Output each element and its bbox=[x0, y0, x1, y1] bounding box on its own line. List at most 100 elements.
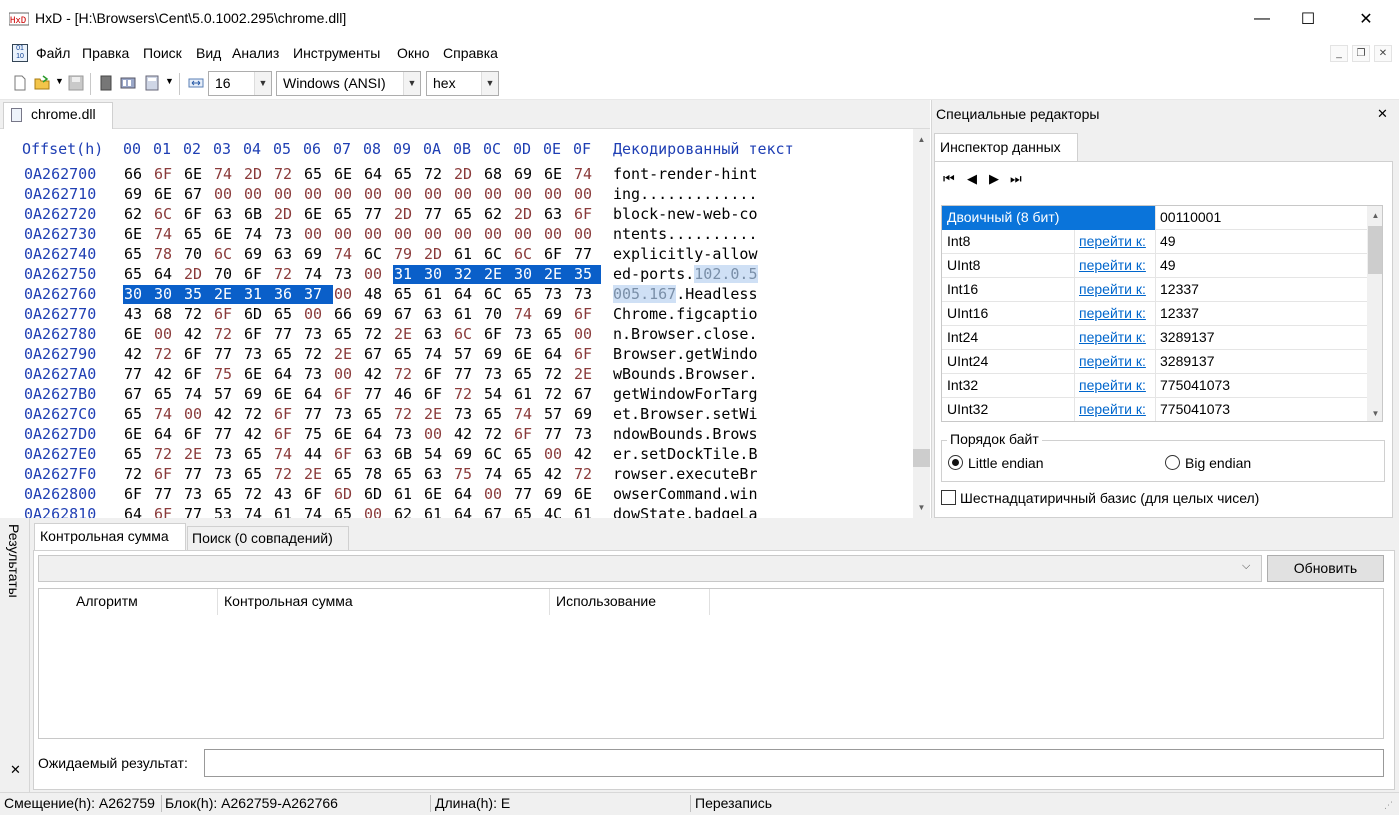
hex-byte[interactable]: 00 bbox=[243, 185, 273, 204]
checksum-table[interactable] bbox=[38, 588, 1384, 739]
hex-byte[interactable]: 63 bbox=[423, 305, 453, 324]
hex-byte[interactable]: 6E bbox=[123, 225, 153, 244]
inspector-value[interactable]: 12337 bbox=[1160, 305, 1199, 321]
hex-byte[interactable]: 74 bbox=[513, 405, 543, 424]
hex-byte[interactable]: 6F bbox=[123, 485, 153, 504]
hex-byte[interactable]: 74 bbox=[423, 345, 453, 364]
hex-byte[interactable]: 2E bbox=[573, 365, 601, 384]
hex-byte[interactable]: 6F bbox=[333, 385, 363, 404]
hex-byte[interactable]: 6F bbox=[423, 365, 453, 384]
hex-byte[interactable]: 61 bbox=[453, 305, 483, 324]
hex-byte[interactable]: 66 bbox=[333, 305, 363, 324]
menu-tools[interactable]: Инструменты bbox=[293, 45, 380, 61]
hex-byte[interactable]: 6C bbox=[453, 325, 483, 344]
hex-byte[interactable]: 64 bbox=[273, 365, 303, 384]
hex-byte[interactable]: 64 bbox=[453, 285, 483, 304]
hex-byte[interactable]: 70 bbox=[213, 265, 243, 284]
hex-byte[interactable]: 69 bbox=[363, 305, 393, 324]
inspector-row[interactable]: Int24 перейти к: 3289137 bbox=[942, 326, 1367, 350]
hex-byte[interactable]: 77 bbox=[543, 425, 573, 444]
inspector-value[interactable]: 775041073 bbox=[1160, 377, 1230, 393]
results-side-label[interactable]: Результаты bbox=[6, 524, 22, 598]
chevron-down-icon[interactable]: ▼ bbox=[481, 72, 498, 95]
inspector-row[interactable]: UInt24 перейти к: 3289137 bbox=[942, 350, 1367, 374]
hex-byte[interactable]: 00 bbox=[543, 185, 573, 204]
hex-byte[interactable]: 74 bbox=[153, 405, 183, 424]
hex-byte[interactable]: 32 bbox=[453, 265, 483, 284]
hex-byte[interactable]: 2E bbox=[423, 405, 453, 424]
hex-byte[interactable]: 6F bbox=[573, 305, 601, 324]
hex-byte[interactable]: 74 bbox=[303, 265, 333, 284]
hex-byte[interactable]: 77 bbox=[573, 245, 601, 264]
hex-byte[interactable]: 69 bbox=[483, 345, 513, 364]
hex-byte[interactable]: 73 bbox=[333, 405, 363, 424]
hex-byte[interactable]: 66 bbox=[123, 165, 153, 184]
hex-byte[interactable]: 6C bbox=[213, 245, 243, 264]
hex-byte[interactable]: 6F bbox=[333, 445, 363, 464]
hex-byte[interactable]: 65 bbox=[123, 445, 153, 464]
hex-byte[interactable]: 73 bbox=[303, 365, 333, 384]
minimize-button[interactable]: — bbox=[1239, 0, 1285, 38]
decoded-text[interactable]: Browser.getWindo bbox=[613, 345, 758, 363]
inspector-row[interactable]: UInt16 перейти к: 12337 bbox=[942, 302, 1367, 326]
hex-byte[interactable]: 73 bbox=[573, 285, 601, 304]
hex-byte[interactable]: 6E bbox=[513, 345, 543, 364]
decoded-text[interactable]: ndowBounds.Brows bbox=[613, 425, 758, 443]
data-inspector-grid[interactable]: Двоичный (8 бит) 00110001 Int8 перейти к: 49… bbox=[941, 205, 1383, 422]
hex-byte[interactable]: 79 bbox=[393, 245, 423, 264]
hex-row[interactable]: 0A262770 43 68 72 6F 6D 65 00 66 69 67 63 61 70 74 69 6F… bbox=[0, 305, 913, 325]
hex-byte[interactable]: 6D bbox=[243, 305, 273, 324]
algorithm-select[interactable] bbox=[38, 555, 1262, 582]
hex-byte[interactable]: 62 bbox=[393, 505, 423, 518]
column-checksum[interactable]: Контрольная сумма bbox=[224, 593, 353, 609]
hex-byte[interactable]: 35 bbox=[573, 265, 601, 284]
hex-byte[interactable]: 6E bbox=[573, 485, 601, 504]
hex-byte[interactable]: 69 bbox=[543, 305, 573, 324]
hex-byte[interactable]: 00 bbox=[303, 225, 333, 244]
hex-byte[interactable]: 64 bbox=[543, 345, 573, 364]
hex-byte[interactable]: 75 bbox=[453, 465, 483, 484]
hex-byte[interactable]: 2D bbox=[273, 205, 303, 224]
hex-byte[interactable]: 6C bbox=[153, 205, 183, 224]
hex-byte[interactable]: 00 bbox=[483, 225, 513, 244]
hex-byte[interactable]: 75 bbox=[213, 365, 243, 384]
hex-byte[interactable]: 65 bbox=[333, 325, 363, 344]
hex-byte[interactable]: 72 bbox=[393, 365, 423, 384]
hex-byte[interactable]: 65 bbox=[483, 405, 513, 424]
maximize-button[interactable]: ☐ bbox=[1285, 0, 1331, 38]
goto-link[interactable]: перейти к: bbox=[1079, 233, 1151, 249]
hex-byte[interactable]: 72 bbox=[243, 405, 273, 424]
hex-row[interactable]: 0A262790 42 72 6F 77 73 65 72 2E 67 65 74 57 69 6E 64 6F… bbox=[0, 345, 913, 365]
decoded-text[interactable]: getWindowForTarg bbox=[613, 385, 758, 403]
inspector-value[interactable]: 3289137 bbox=[1160, 329, 1215, 345]
hex-byte[interactable]: 65 bbox=[543, 325, 573, 344]
hex-byte[interactable]: 4C bbox=[543, 505, 573, 518]
hex-byte[interactable]: 42 bbox=[123, 345, 153, 364]
hex-byte[interactable]: 6E bbox=[153, 185, 183, 204]
big-endian-label[interactable]: Big endian bbox=[1185, 455, 1251, 471]
inspector-value[interactable]: 49 bbox=[1160, 257, 1176, 273]
calculator-icon[interactable] bbox=[144, 75, 160, 91]
scroll-up-arrow-icon[interactable]: ▲ bbox=[913, 131, 930, 148]
hex-byte[interactable]: 74 bbox=[243, 225, 273, 244]
hex-byte[interactable]: 61 bbox=[513, 385, 543, 404]
hex-byte[interactable]: 30 bbox=[423, 265, 453, 284]
mdi-restore-button[interactable]: ❐ bbox=[1352, 45, 1370, 62]
hex-byte[interactable]: 69 bbox=[243, 245, 273, 264]
hex-byte[interactable]: 2E bbox=[543, 265, 573, 284]
hex-byte[interactable]: 2E bbox=[303, 465, 333, 484]
decoded-text[interactable]: 005.167.Headless bbox=[613, 285, 758, 303]
hex-row[interactable]: 0A262740 65 78 70 6C 69 63 69 74 6C 79 2D 61 6C 6C 6F 77… bbox=[0, 245, 913, 265]
decoded-text[interactable]: n.Browser.close. bbox=[613, 325, 758, 343]
hex-byte[interactable]: 42 bbox=[363, 365, 393, 384]
hex-byte[interactable]: 00 bbox=[483, 185, 513, 204]
hex-byte[interactable]: 00 bbox=[453, 225, 483, 244]
hex-byte[interactable]: 61 bbox=[423, 285, 453, 304]
hex-byte[interactable]: 2E bbox=[393, 325, 423, 344]
hex-byte[interactable]: 65 bbox=[333, 505, 363, 518]
menu-help[interactable]: Справка bbox=[443, 45, 498, 61]
hex-byte[interactable]: 6F bbox=[513, 425, 543, 444]
hex-byte[interactable]: 65 bbox=[153, 385, 183, 404]
hex-byte[interactable]: 6F bbox=[153, 165, 183, 184]
hex-byte[interactable]: 73 bbox=[243, 345, 273, 364]
